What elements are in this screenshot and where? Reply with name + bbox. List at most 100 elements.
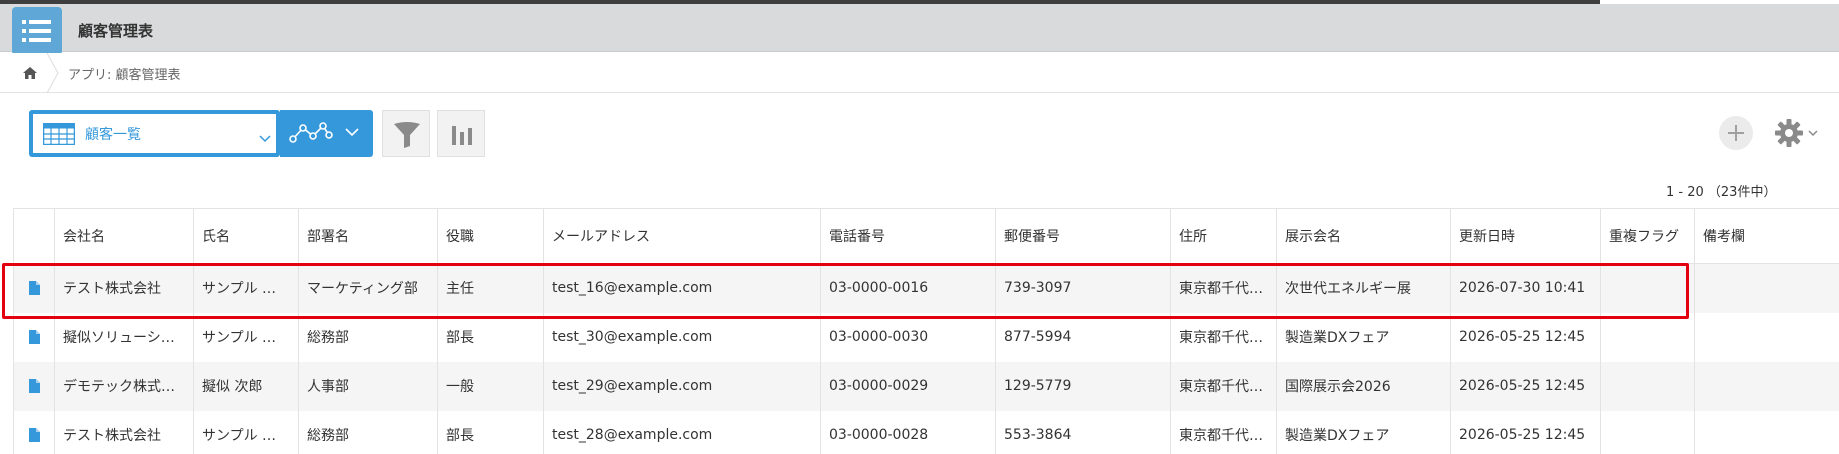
table-cell [1694,361,1839,411]
table-cell: サンプル 三郎 [193,312,299,362]
table-cell: 次世代エネルギー展 [1276,263,1451,313]
table-cell: 877-5994 [995,312,1171,362]
table-cell: 03-0000-0028 [820,410,996,454]
table-cell: 部長 [437,312,544,362]
table-cell: 2026-05-25 12:45 [1450,361,1601,411]
table-cell: test_16@example.com [543,263,821,313]
view-selector-label: 顧客一覧 [85,127,141,143]
table-cell [1694,410,1839,454]
view-selector[interactable]: 顧客一覧 [29,110,280,157]
record-detail-cell[interactable] [13,263,55,313]
table-cell: 製造業DXフェア [1276,312,1451,362]
filter-icon [394,122,420,148]
table-cell: サンプル 花子 [193,410,299,454]
graph-menu-button[interactable] [280,110,373,157]
column-header[interactable]: メールアドレス [543,208,821,264]
table-cell: 553-3864 [995,410,1171,454]
table-cell: 739-3097 [995,263,1171,313]
column-header[interactable]: 郵便番号 [995,208,1171,264]
table-cell: 東京都千代… [1170,263,1277,313]
table-cell: デモテック株式会社 [54,361,194,411]
column-header[interactable]: 重複フラグ [1600,208,1695,264]
settings-button[interactable] [1774,118,1824,148]
view-selector-inner[interactable]: 顧客一覧 [33,114,276,153]
table-row[interactable]: テスト株式会社 サンプル 太郎 マーケティング部 主任 test_16@exam… [13,263,1839,313]
breadcrumb-separator [46,52,60,97]
table-cell [1600,263,1695,313]
table-cell: 主任 [437,263,544,313]
plus-icon [1728,125,1744,141]
list-icon[interactable] [12,7,62,55]
table-cell: テスト株式会社 [54,410,194,454]
table-cell: 129-5779 [995,361,1171,411]
breadcrumb-app-link[interactable]: アプリ: 顧客管理表 [68,64,181,83]
table-cell: 国際展示会2026 [1276,361,1451,411]
filter-button[interactable] [382,110,430,157]
document-icon[interactable] [28,330,40,344]
table-cell: 03-0000-0030 [820,312,996,362]
column-header[interactable]: 会社名 [54,208,194,264]
bar-chart-icon [452,126,472,145]
record-list: 会社名 氏名 部署名 役職 メールアドレス 電話番号 郵便番号 住所 展示会名 … [13,208,1839,454]
column-header[interactable]: 更新日時 [1450,208,1601,264]
table-cell: サンプル 太郎 [193,263,299,313]
table-cell: 総務部 [298,312,438,362]
chevron-down-icon [1808,130,1818,137]
app-header: 顧客管理表 [0,4,1839,55]
table-row[interactable]: デモテック株式会社 擬似 次郎 人事部 一般 test_29@example.c… [13,361,1839,411]
column-header[interactable]: 住所 [1170,208,1277,264]
add-record-button[interactable] [1719,116,1753,150]
table-cell: 人事部 [298,361,438,411]
graph-icon [289,122,333,143]
table-cell: test_28@example.com [543,410,821,454]
column-header[interactable]: 氏名 [193,208,299,264]
table-cell: テスト株式会社 [54,263,194,313]
app-title: 顧客管理表 [78,22,154,40]
document-icon[interactable] [28,281,40,296]
chart-button[interactable] [437,110,485,157]
table-row[interactable]: 擬似ソリューショ… サンプル 三郎 総務部 部長 test_30@example… [13,312,1839,362]
column-header[interactable]: 展示会名 [1276,208,1451,264]
table-cell: 部長 [437,410,544,454]
table-cell [1600,312,1695,362]
record-detail-cell[interactable] [13,312,55,362]
record-detail-cell[interactable] [13,361,55,411]
table-cell [1694,312,1839,362]
table-cell: 東京都千代… [1170,312,1277,362]
table-row[interactable]: テスト株式会社 サンプル 花子 総務部 部長 test_28@example.c… [13,410,1839,454]
table-cell [1600,361,1695,411]
breadcrumb: アプリ: 顧客管理表 [0,52,1839,94]
table-cell: 東京都千代… [1170,361,1277,411]
column-header[interactable]: 備考欄 [1694,208,1839,264]
table-icon [42,122,76,149]
table-cell: test_29@example.com [543,361,821,411]
header-icon-column [13,208,55,264]
table-cell: 一般 [437,361,544,411]
table-cell [1694,263,1839,313]
table-header-row: 会社名 氏名 部署名 役職 メールアドレス 電話番号 郵便番号 住所 展示会名 … [13,208,1839,264]
table-cell: 擬似ソリューショ… [54,312,194,362]
table-cell: test_30@example.com [543,312,821,362]
chevron-down-icon [345,128,359,137]
table-cell: 擬似 次郎 [193,361,299,411]
document-icon[interactable] [28,379,40,393]
pagination-info: 1 - 20 （23件中） [1666,185,1777,200]
column-header[interactable]: 役職 [437,208,544,264]
gear-icon [1775,119,1803,147]
home-icon[interactable] [22,65,38,85]
table-cell: 総務部 [298,410,438,454]
record-table: 会社名 氏名 部署名 役職 メールアドレス 電話番号 郵便番号 住所 展示会名 … [13,208,1839,454]
table-cell: 製造業DXフェア [1276,410,1451,454]
table-cell [1600,410,1695,454]
table-cell: 東京都千代… [1170,410,1277,454]
document-icon[interactable] [28,428,40,442]
chevron-down-icon [259,128,271,147]
table-cell: 03-0000-0029 [820,361,996,411]
table-cell: マーケティング部 [298,263,438,313]
table-cell: 2026-05-25 12:45 [1450,312,1601,362]
column-header[interactable]: 部署名 [298,208,438,264]
table-cell: 2026-07-30 10:41 [1450,263,1601,313]
record-detail-cell[interactable] [13,410,55,454]
column-header[interactable]: 電話番号 [820,208,996,264]
table-cell: 2026-05-25 12:45 [1450,410,1601,454]
